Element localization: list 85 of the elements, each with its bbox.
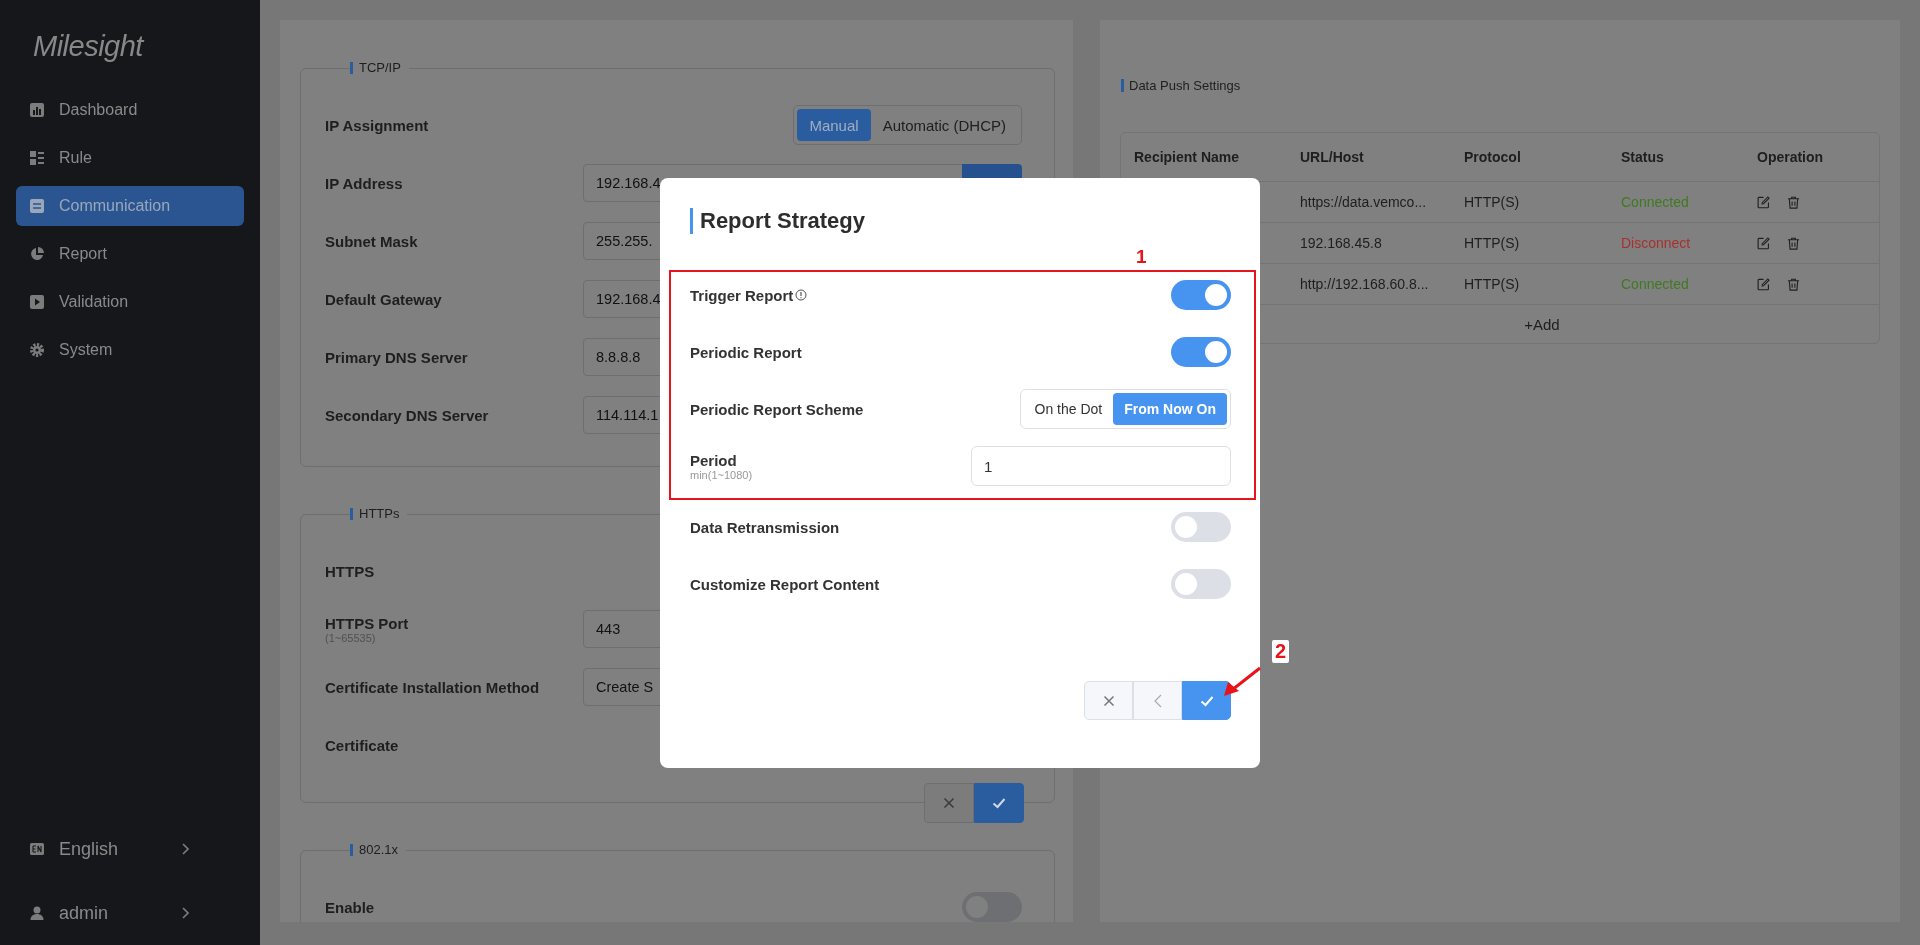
check-icon	[1199, 694, 1214, 707]
field-label: Enable	[325, 898, 376, 916]
column-header: Status	[1621, 149, 1665, 165]
logo: Milesight	[33, 30, 146, 64]
language-menu[interactable]: English	[16, 829, 202, 869]
table-cell-text: HTTP(S)	[1464, 194, 1521, 210]
sidebar-item[interactable]: Report	[16, 234, 244, 274]
field-label: Periodic Report	[690, 343, 802, 361]
add-button[interactable]: +Add	[1518, 314, 1566, 334]
field-label: Data Retransmission	[690, 518, 840, 536]
toggle-switch[interactable]	[1171, 280, 1231, 310]
segment-option[interactable]: Automatic (DHCP)	[870, 109, 1018, 141]
column-header: Operation	[1757, 149, 1825, 165]
play-icon	[29, 294, 45, 310]
user-icon	[29, 905, 45, 921]
delete-icon[interactable]	[1787, 236, 1800, 250]
field-label: Trigger Report	[690, 286, 794, 304]
delete-icon[interactable]	[1787, 277, 1800, 291]
field-label: HTTPS Port	[325, 614, 410, 632]
language-icon	[29, 841, 45, 857]
annotation-arrow	[1222, 666, 1262, 698]
table-cell-text: HTTP(S)	[1464, 235, 1521, 251]
annotation-number: 1	[1136, 246, 1147, 268]
field-label: Primary DNS Server	[325, 348, 469, 366]
field-label: Subnet Mask	[325, 232, 419, 250]
table-cell-text: 192.168.45.8	[1300, 235, 1383, 251]
edit-icon[interactable]	[1757, 277, 1770, 291]
sidebar-item[interactable]: Validation	[16, 282, 244, 322]
check-icon	[992, 797, 1006, 809]
transfer-icon	[29, 198, 45, 214]
sidebar-item[interactable]: Communication	[16, 186, 244, 226]
chevron-left-icon	[1153, 693, 1162, 708]
list-icon	[29, 150, 45, 166]
segment-option[interactable]: On the Dot	[1023, 393, 1114, 425]
field-label: Periodic Report Scheme	[690, 400, 864, 418]
close-button[interactable]	[1084, 681, 1133, 720]
sidebar-item[interactable]: Rule	[16, 138, 244, 178]
segment-option[interactable]: From Now On	[1113, 393, 1227, 425]
chevron-right-icon	[181, 843, 189, 855]
info-icon	[795, 289, 808, 301]
field-label: Period	[690, 451, 738, 469]
chevron-right-icon	[181, 907, 189, 919]
field-label: HTTPS	[325, 562, 376, 580]
period-input[interactable]: 1	[971, 446, 1231, 486]
status-text: Disconnect	[1621, 235, 1692, 251]
sidebar-item[interactable]: System	[16, 330, 244, 370]
edit-icon[interactable]	[1757, 195, 1770, 209]
table-cell-text: https://data.vemco...	[1300, 194, 1428, 210]
edit-icon[interactable]	[1757, 236, 1770, 250]
section-title: HTTPs	[350, 508, 408, 520]
table-cell-text: http://192.168.60.8...	[1300, 276, 1430, 292]
user-menu[interactable]: admin	[16, 893, 202, 933]
status-text: Connected	[1621, 276, 1690, 292]
field-hint: min(1~1080)	[690, 468, 753, 481]
bar-chart-icon	[29, 102, 45, 118]
column-header: Recipient Name	[1134, 149, 1241, 165]
pie-chart-icon	[29, 246, 45, 262]
confirm-button[interactable]	[1182, 681, 1231, 720]
close-icon	[943, 797, 955, 809]
field-label: Default Gateway	[325, 290, 443, 308]
field-label: IP Assignment	[325, 116, 430, 134]
status-text: Connected	[1621, 194, 1690, 210]
settings-icon	[29, 342, 45, 358]
sidebar-item[interactable]: Dashboard	[16, 90, 244, 130]
toggle-switch[interactable]	[1171, 337, 1231, 367]
toggle-switch[interactable]	[1171, 512, 1231, 542]
column-header: URL/Host	[1300, 149, 1365, 165]
field-label: IP Address	[325, 174, 404, 192]
section-title: TCP/IP	[350, 62, 409, 74]
field-label: Secondary DNS Server	[325, 406, 490, 424]
confirm-button[interactable]	[974, 783, 1024, 823]
column-header: Protocol	[1464, 149, 1522, 165]
field-label: Customize Report Content	[690, 575, 880, 593]
field-label: Certificate	[325, 736, 400, 754]
dialog-title: Report Strategy	[690, 208, 1256, 234]
close-icon	[1102, 694, 1115, 707]
delete-icon[interactable]	[1787, 195, 1800, 209]
segment-option[interactable]: Manual	[797, 109, 871, 141]
field-label: Certificate Installation Method	[325, 678, 541, 696]
toggle-switch[interactable]	[1171, 569, 1231, 599]
section-title: 802.1x	[350, 844, 407, 856]
annotation-number: 2	[1272, 640, 1290, 663]
section-title: Data Push Settings	[1121, 79, 1880, 92]
cancel-button[interactable]	[924, 783, 974, 823]
table-cell-text: HTTP(S)	[1464, 276, 1521, 292]
